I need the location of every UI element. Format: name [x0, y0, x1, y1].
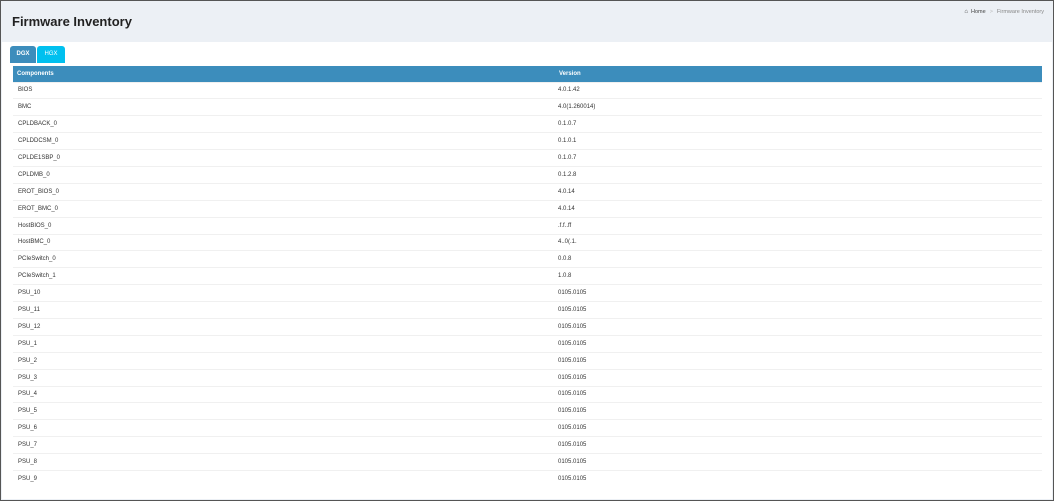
table-row: BIOS 4.0.1.42 [13, 81, 1042, 99]
firmware-table: Components Version BIOS 4.0.1.42 BMC 4.0(1.… [13, 66, 1042, 488]
breadcrumb-home-link[interactable]: Home [971, 9, 986, 15]
version-cell: 4.0(1.260014) [555, 98, 1042, 116]
version-cell: 0105.0105 [555, 402, 1042, 420]
table-row: PSU_2 0105.0105 [13, 351, 1042, 370]
version-cell: 0105.0105 [555, 436, 1042, 454]
column-header-version: Version [559, 70, 581, 77]
table-body: BIOS 4.0.1.42 BMC 4.0(1.260014) CPLDBACK_0 0.… [13, 81, 1042, 488]
component-cell: PCIeSwitch_0 [13, 250, 555, 268]
version-cell: 4.0.1.42 [555, 81, 1042, 99]
table-row: PSU_8 0105.0105 [13, 453, 1042, 471]
version-cell: 0105.0105 [555, 284, 1042, 302]
component-cell: PSU_9 [13, 469, 555, 488]
version-cell: 0.0.8 [555, 250, 1042, 268]
app-frame: Firmware Inventory ⌂ Home > Firmware Inv… [0, 0, 1054, 501]
component-cell: BIOS [13, 81, 555, 99]
component-cell: PSU_3 [13, 368, 555, 387]
table-row: PSU_6 0105.0105 [13, 419, 1042, 437]
table-row: EROT_BIOS_0 4.0.14 [13, 182, 1042, 201]
column-header-components: Components [17, 70, 54, 77]
version-cell: .f.f..ff [555, 216, 1042, 235]
version-cell: 0105.0105 [555, 317, 1042, 336]
breadcrumb-separator: > [989, 9, 993, 15]
tab-hgx[interactable]: HGX [37, 46, 65, 63]
component-cell: EROT_BIOS_0 [13, 182, 555, 201]
version-cell: 4.0.14 [555, 199, 1042, 218]
component-cell: PSU_12 [13, 317, 555, 336]
table-row: CPLDDCSM_0 0.1.0.1 [13, 132, 1042, 150]
version-cell: 0105.0105 [555, 453, 1042, 471]
component-cell: PSU_6 [13, 419, 555, 437]
component-cell: PSU_4 [13, 385, 555, 403]
version-cell: 0105.0105 [555, 351, 1042, 370]
content-header: Firmware Inventory ⌂ Home > Firmware Inv… [2, 2, 1052, 42]
table-row: PSU_11 0105.0105 [13, 301, 1042, 319]
component-cell: BMC [13, 98, 555, 116]
tab-dgx[interactable]: DGX [10, 46, 36, 63]
version-cell: 0.1.0.7 [555, 115, 1042, 133]
page-title: Firmware Inventory [12, 14, 132, 29]
version-cell: 1.0.8 [555, 267, 1042, 285]
version-cell: 4..0(.1. [555, 233, 1042, 251]
component-cell: PSU_1 [13, 334, 555, 353]
version-cell: 0.1.2.8 [555, 165, 1042, 184]
version-cell: 0.1.0.7 [555, 149, 1042, 167]
component-cell: PSU_11 [13, 301, 555, 319]
breadcrumb-current: Firmware Inventory [996, 9, 1044, 15]
table-row: PSU_10 0105.0105 [13, 284, 1042, 302]
component-cell: CPLDE1SBP_0 [13, 149, 555, 167]
table-row: PCIeSwitch_0 0.0.8 [13, 250, 1042, 268]
table-row: PSU_1 0105.0105 [13, 334, 1042, 353]
version-cell: 0105.0105 [555, 301, 1042, 319]
table-row: HostBIOS_0 .f.f..ff [13, 216, 1042, 235]
version-cell: 0105.0105 [555, 385, 1042, 403]
component-cell: CPLDBACK_0 [13, 115, 555, 133]
component-cell: PSU_8 [13, 453, 555, 471]
component-cell: PCIeSwitch_1 [13, 267, 555, 285]
breadcrumb: ⌂ Home > Firmware Inventory [964, 9, 1044, 15]
component-cell: PSU_10 [13, 284, 555, 302]
table-row: PSU_3 0105.0105 [13, 368, 1042, 387]
version-cell: 0105.0105 [555, 469, 1042, 488]
table-row: PSU_12 0105.0105 [13, 317, 1042, 336]
home-icon[interactable]: ⌂ [964, 9, 968, 15]
version-cell: 0105.0105 [555, 368, 1042, 387]
table-row: BMC 4.0(1.260014) [13, 98, 1042, 116]
table-header-row: Components Version [13, 66, 1042, 82]
component-cell: HostBIOS_0 [13, 216, 555, 235]
version-cell: 4.0.14 [555, 182, 1042, 201]
table-row: EROT_BMC_0 4.0.14 [13, 199, 1042, 218]
version-cell: 0105.0105 [555, 334, 1042, 353]
table-row: PSU_5 0105.0105 [13, 402, 1042, 420]
component-cell: EROT_BMC_0 [13, 199, 555, 218]
table-row: CPLDBACK_0 0.1.0.7 [13, 115, 1042, 133]
table-row: CPLDMB_0 0.1.2.8 [13, 165, 1042, 184]
version-cell: 0.1.0.1 [555, 132, 1042, 150]
component-cell: PSU_5 [13, 402, 555, 420]
component-cell: PSU_7 [13, 436, 555, 454]
component-cell: PSU_2 [13, 351, 555, 370]
component-cell: HostBMC_0 [13, 233, 555, 251]
firmware-box: DGX HGX Components Version BIOS 4.0.1.42 B… [2, 42, 1052, 499]
component-cell: CPLDMB_0 [13, 165, 555, 184]
tab-bar: DGX HGX [10, 46, 65, 63]
table-row: PSU_7 0105.0105 [13, 436, 1042, 454]
table-row: HostBMC_0 4..0(.1. [13, 233, 1042, 251]
version-cell: 0105.0105 [555, 419, 1042, 437]
table-row: PSU_4 0105.0105 [13, 385, 1042, 403]
table-row: PCIeSwitch_1 1.0.8 [13, 267, 1042, 285]
table-row: PSU_9 0105.0105 [13, 469, 1042, 488]
component-cell: CPLDDCSM_0 [13, 132, 555, 150]
table-row: CPLDE1SBP_0 0.1.0.7 [13, 149, 1042, 167]
